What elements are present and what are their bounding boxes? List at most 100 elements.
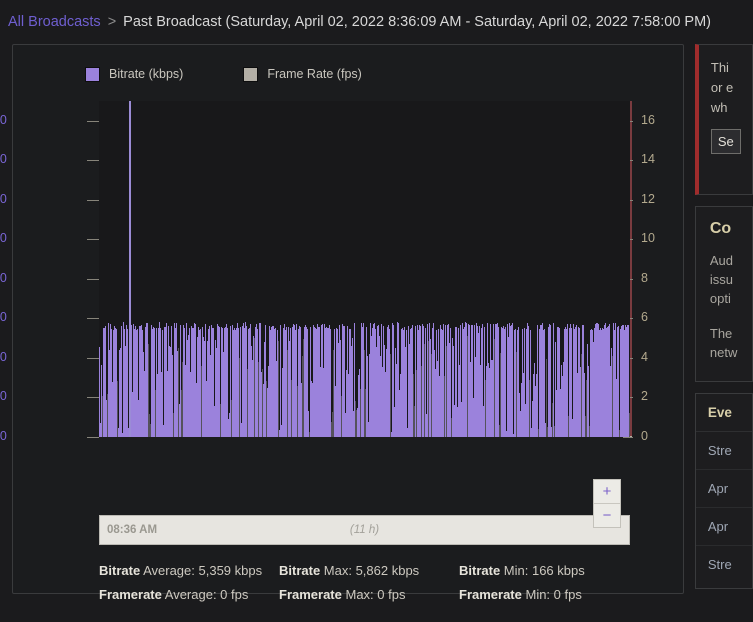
stat-value: Max: 0 fps [342, 587, 406, 602]
y-tick-left [87, 200, 99, 201]
y-tick-left [87, 437, 99, 438]
stat-value: Max: 5,862 kbps [320, 563, 419, 578]
y-tick-right [623, 437, 633, 438]
alert-panel: Thi or e wh Se [695, 44, 753, 195]
events-panel-heading: Eve [696, 394, 752, 432]
connection-p1-line2: issu [710, 270, 752, 289]
chart-zoom-controls[interactable]: + − [593, 479, 621, 528]
stat-cell: Bitrate Max: 5,862 kbps [279, 563, 459, 578]
y-axis-left-label: 12,000 [0, 192, 7, 206]
y-tick-left [87, 239, 99, 240]
bitrate-bar [505, 327, 506, 437]
event-row[interactable]: Apr [696, 508, 752, 546]
chart-legend: Bitrate (kbps) Frame Rate (fps) [85, 61, 683, 87]
legend-label-bitrate: Bitrate (kbps) [109, 67, 183, 81]
right-sidebar: Thi or e wh Se Co Aud issu opti The netw… [695, 44, 753, 600]
scrubber-start-time: 08:36 AM [107, 524, 157, 536]
legend-item-framerate[interactable]: Frame Rate (fps) [243, 67, 361, 82]
stat-cell: Bitrate Min: 166 kbps [459, 563, 639, 578]
connection-p1-line3: opti [710, 289, 752, 308]
breadcrumb-link-all-broadcasts[interactable]: All Broadcasts [8, 14, 101, 30]
event-row[interactable]: Stre [696, 546, 752, 583]
y-axis-right-label: 2 [641, 389, 648, 403]
chart-series-canvas[interactable] [99, 101, 630, 437]
alert-action-button[interactable]: Se [711, 129, 741, 154]
event-row[interactable]: Stre [696, 432, 752, 470]
alert-line-2: or e [711, 78, 752, 98]
connection-panel: Co Aud issu opti The netw [695, 206, 753, 382]
y-axis-right-label: 6 [641, 310, 648, 324]
connection-p1-line1: Aud [710, 251, 752, 270]
breadcrumb-separator: > [108, 14, 116, 30]
alert-line-3: wh [711, 98, 752, 118]
bitrate-bar [280, 325, 281, 437]
bitrate-bar [162, 330, 163, 437]
bitrate-bar [618, 326, 619, 437]
event-row[interactable]: Apr [696, 470, 752, 508]
y-axis-left-label: 4,000 [0, 350, 7, 364]
events-panel: Eve StreAprAprStre [695, 393, 753, 589]
y-axis-right-label: 14 [641, 152, 655, 166]
y-tick-left [87, 358, 99, 359]
stat-label: Framerate [459, 587, 522, 602]
stat-label: Bitrate [99, 563, 140, 578]
y-axis-left-label: 10,000 [0, 231, 7, 245]
legend-item-bitrate[interactable]: Bitrate (kbps) [85, 67, 183, 82]
y-axis-right-label: 12 [641, 192, 655, 206]
bitrate-chart-card: Bitrate (kbps) Frame Rate (fps) 02,0004,… [12, 44, 684, 594]
y-axis-left-label: 2,000 [0, 389, 7, 403]
stat-label: Framerate [99, 587, 162, 602]
timeline-scrubber[interactable]: 08:36 AM (11 h) [99, 515, 630, 545]
bitrate-bar [512, 323, 513, 437]
stat-value: Min: 166 kbps [500, 563, 585, 578]
stat-value: Min: 0 fps [522, 587, 582, 602]
page-layout: Bitrate (kbps) Frame Rate (fps) 02,0004,… [0, 44, 753, 622]
bitrate-bar [278, 341, 279, 437]
stat-cell: Framerate Max: 0 fps [279, 587, 459, 602]
y-axis-left-label: 8,000 [0, 271, 7, 285]
bitrate-bar [240, 327, 241, 437]
y-axis-left-label: 16,000 [0, 113, 7, 127]
events-list: StreAprAprStre [696, 432, 752, 583]
bitrate-bar [544, 329, 545, 437]
stat-label: Bitrate [459, 563, 500, 578]
chart-plot-area[interactable]: 02,0004,0006,0008,00010,00012,00014,0001… [13, 93, 683, 433]
bitrate-bar [537, 325, 538, 437]
stat-value: Average: 0 fps [162, 587, 249, 602]
breadcrumb-current: Past Broadcast (Saturday, April 02, 2022… [123, 14, 711, 30]
y-axis-left-label: 6,000 [0, 310, 7, 324]
zoom-in-button[interactable]: + [594, 480, 620, 504]
connection-p2-line1: The [710, 324, 752, 343]
y-axis-right-label: 10 [641, 231, 655, 245]
bitrate-bar [390, 354, 391, 437]
bitrate-bar [530, 330, 531, 437]
connection-panel-heading: Co [710, 220, 752, 238]
breadcrumb: All Broadcasts > Past Broadcast (Saturda… [0, 0, 753, 44]
legend-label-framerate: Frame Rate (fps) [267, 67, 361, 81]
chart-statistics: Bitrate Average: 5,359 kbpsBitrate Max: … [99, 563, 639, 611]
legend-swatch-framerate-icon [243, 67, 258, 82]
stat-label: Framerate [279, 587, 342, 602]
zoom-out-button[interactable]: − [594, 504, 620, 527]
y-axis-left-label: 14,000 [0, 152, 7, 166]
alert-line-1: Thi [711, 58, 752, 78]
chart-cursor-line[interactable] [129, 101, 131, 437]
stat-label: Bitrate [279, 563, 320, 578]
y-axis-left-label: 0 [0, 429, 7, 443]
bitrate-bar [406, 330, 407, 437]
bitrate-bar [127, 329, 128, 437]
stat-value: Average: 5,359 kbps [140, 563, 262, 578]
bitrate-bar [498, 327, 499, 437]
legend-swatch-bitrate-icon [85, 67, 100, 82]
bitrate-bar [121, 326, 122, 437]
y-tick-left [87, 279, 99, 280]
stat-cell: Framerate Average: 0 fps [99, 587, 279, 602]
y-axis-right-label: 0 [641, 429, 648, 443]
y-axis-right-label: 4 [641, 350, 648, 364]
connection-p2-line2: netw [710, 343, 752, 362]
scrubber-duration: (11 h) [350, 524, 379, 536]
stat-cell: Framerate Min: 0 fps [459, 587, 639, 602]
bitrate-bar [553, 323, 554, 437]
y-tick-left [87, 397, 99, 398]
stat-row: Framerate Average: 0 fpsFramerate Max: 0… [99, 587, 639, 602]
